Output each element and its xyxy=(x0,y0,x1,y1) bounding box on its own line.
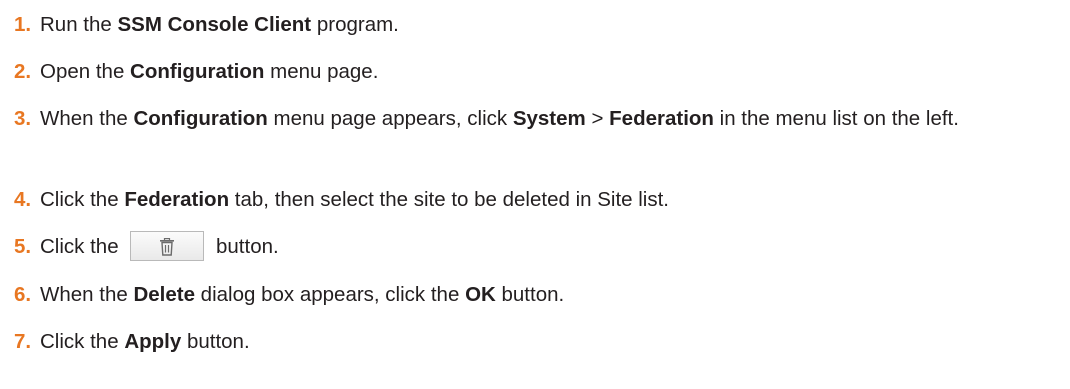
ui-term: Apply xyxy=(124,330,182,353)
step-2: 2. Open the Configuration menu page. xyxy=(14,55,1055,89)
step-text: Run the SSM Console Client program. xyxy=(40,13,399,36)
step-text: When the Delete dialog box appears, clic… xyxy=(40,283,565,306)
step-number: 6. xyxy=(14,283,32,306)
step-7: 7. Click the Apply button. xyxy=(14,325,1055,359)
ui-term: Configuration xyxy=(130,60,265,83)
step-number: 3. xyxy=(14,107,32,130)
step-text: Click the Apply button. xyxy=(40,330,250,353)
ui-term: Delete xyxy=(133,283,195,306)
step-number: 1. xyxy=(14,13,32,36)
ui-term: Federation xyxy=(609,107,714,130)
step-text: Click the button. xyxy=(40,230,1055,264)
step-number: 2. xyxy=(14,60,32,83)
step-3: 3. When the Configuration menu page appe… xyxy=(14,102,1055,136)
step-text: When the Configuration menu page appears… xyxy=(40,107,959,130)
ui-term: OK xyxy=(465,283,496,306)
ui-term: Configuration xyxy=(133,107,268,130)
step-5: 5. Click the button. xyxy=(14,230,1055,264)
step-number: 7. xyxy=(14,330,32,353)
ui-term: SSM Console Client xyxy=(117,13,312,36)
delete-button-image xyxy=(130,230,205,261)
ui-term: Federation xyxy=(124,188,230,211)
step-4: 4. Click the Federation tab, then select… xyxy=(14,183,1055,217)
step-text: Open the Configuration menu page. xyxy=(40,60,379,83)
step-text: Click the Federation tab, then select th… xyxy=(40,188,669,211)
ui-term: System xyxy=(512,107,586,130)
step-number: 5. xyxy=(14,235,32,258)
trash-icon xyxy=(160,237,175,256)
step-1: 1. Run the SSM Console Client program. xyxy=(14,8,1055,42)
step-number: 4. xyxy=(14,188,32,211)
step-6: 6. When the Delete dialog box appears, c… xyxy=(14,278,1055,312)
